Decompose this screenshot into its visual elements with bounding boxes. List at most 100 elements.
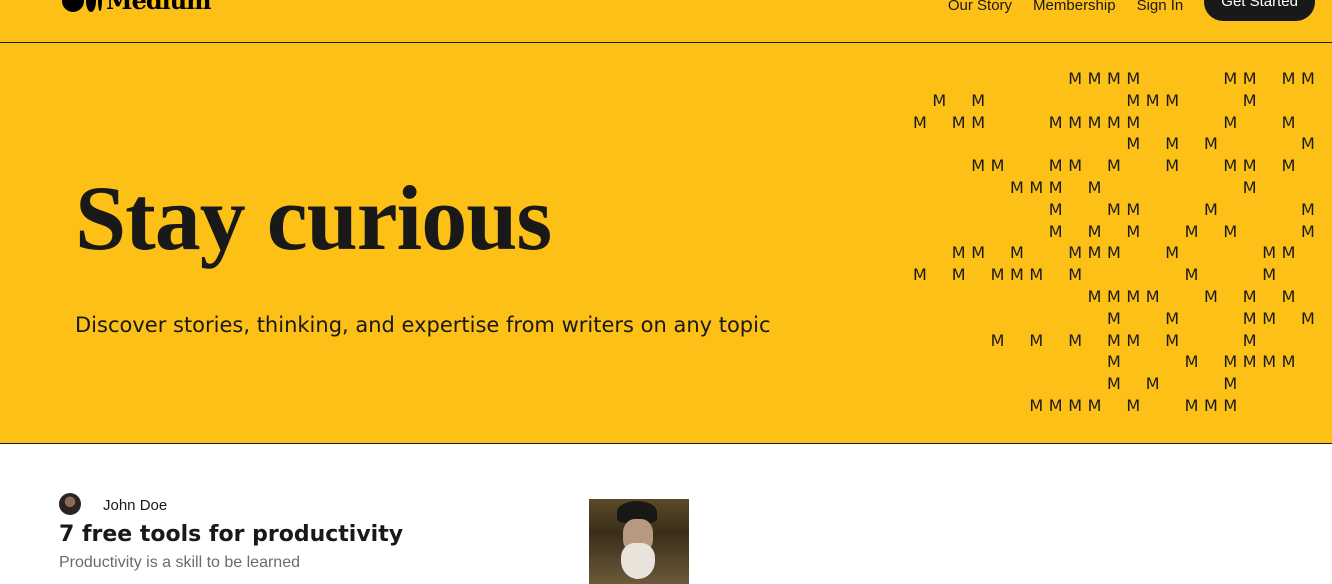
pattern-m-glyph: M [1204,199,1218,219]
pattern-m-glyph: M [1223,112,1238,132]
pattern-m-glyph: M [951,112,966,132]
decorative-m-pattern: MMMMMMMMMMMMMMMMMMMMMMMMMMMMMMMMMMMMMMMM… [0,43,1332,444]
pattern-m-glyph: M [1242,156,1257,176]
pattern-m-glyph: M [1223,69,1238,88]
pattern-m-glyph: M [951,265,966,285]
pattern-m-glyph: M [1068,330,1082,350]
pattern-m-glyph: M [1242,287,1257,306]
pattern-m-glyph: M [1048,112,1063,132]
pattern-m-glyph: M [1242,178,1257,197]
pattern-m-glyph: M [1242,308,1257,328]
pattern-m-glyph: M [1087,69,1102,88]
post-subtitle: Productivity is a skill to be learned [59,554,300,571]
hero-banner: Stay curious Discover stories, thinking,… [0,43,1332,444]
top-navigation-bar: Medium Our Story Membership Sign In Get … [0,0,1332,43]
author-avatar[interactable] [59,493,81,515]
pattern-m-glyph: M [990,330,1005,350]
nav-links: Our Story Membership Sign In Get Started [948,0,1315,21]
nav-our-story-link[interactable]: Our Story [948,0,1012,17]
pattern-m-glyph: M [1165,308,1179,328]
pattern-m-glyph: M [1048,156,1063,176]
pattern-m-glyph: M [1010,178,1024,197]
pattern-m-glyph: M [1165,134,1179,154]
pattern-m-glyph: M [1262,265,1276,285]
pattern-m-glyph: M [1107,287,1121,306]
pattern-m-glyph: M [1107,112,1121,132]
pattern-m-glyph: M [971,112,985,132]
nav-sign-in-link[interactable]: Sign In [1137,0,1184,17]
pattern-m-glyph: M [1087,178,1102,197]
pattern-m-glyph: M [1165,243,1179,263]
pattern-m-glyph: M [1145,287,1160,306]
post-thumbnail[interactable] [589,499,689,584]
pattern-m-glyph: M [1010,265,1024,285]
pattern-m-glyph: M [1281,156,1296,176]
pattern-m-glyph: M [932,90,947,110]
pattern-m-glyph: M [1087,287,1102,306]
pattern-m-glyph: M [1029,330,1044,350]
pattern-m-glyph: M [1204,287,1218,306]
pattern-m-glyph: M [1048,221,1063,241]
pattern-m-glyph: M [971,90,985,110]
pattern-m-glyph: M [1281,243,1296,263]
pattern-m-glyph: M [1281,287,1296,306]
pattern-m-glyph: M [913,112,927,132]
pattern-m-glyph: M [1126,112,1141,132]
pattern-m-glyph: M [1204,396,1218,415]
pattern-m-glyph: M [971,243,985,263]
pattern-m-glyph: M [1262,352,1276,372]
logo-text: Medium [106,0,211,14]
pattern-m-glyph: M [1281,69,1296,88]
pattern-m-glyph: M [1010,243,1024,263]
pattern-m-glyph: M [1165,330,1179,350]
pattern-m-glyph: M [1184,396,1199,415]
pattern-m-glyph: M [1107,243,1121,263]
pattern-m-glyph: M [1126,287,1141,306]
pattern-m-glyph: M [1223,156,1238,176]
medium-logo[interactable]: Medium [62,0,211,14]
pattern-m-glyph: M [1301,308,1315,328]
pattern-m-glyph: M [1087,112,1102,132]
pattern-m-glyph: M [1087,396,1102,415]
pattern-m-glyph: M [1087,221,1102,241]
pattern-m-glyph: M [1029,178,1044,197]
pattern-m-glyph: M [1126,199,1141,219]
pattern-m-glyph: M [1204,134,1218,154]
get-started-button[interactable]: Get Started [1204,0,1315,21]
pattern-m-glyph: M [1242,352,1257,372]
pattern-m-glyph: M [1087,243,1102,263]
pattern-m-glyph: M [1126,134,1141,154]
pattern-m-glyph: M [990,156,1005,176]
pattern-m-glyph: M [1301,199,1315,219]
pattern-m-glyph: M [1107,308,1121,328]
pattern-m-glyph: M [1107,352,1121,372]
pattern-m-glyph: M [1223,221,1238,241]
pattern-m-glyph: M [1184,265,1199,285]
pattern-m-glyph: M [1242,330,1257,350]
pattern-m-glyph: M [1126,90,1141,110]
pattern-m-glyph: M [1301,69,1315,88]
author-name[interactable]: John Doe [103,497,167,514]
pattern-m-glyph: M [1068,112,1082,132]
pattern-m-glyph: M [1223,374,1238,394]
pattern-m-glyph: M [1165,90,1179,110]
pattern-m-glyph: M [1126,330,1141,350]
pattern-m-glyph: M [1126,69,1141,88]
pattern-m-glyph: M [971,156,985,176]
pattern-m-glyph: M [1242,69,1257,88]
pattern-m-glyph: M [913,265,927,285]
pattern-m-glyph: M [1223,352,1238,372]
pattern-m-glyph: M [1126,221,1141,241]
pattern-m-glyph: M [1301,134,1315,154]
pattern-m-glyph: M [1262,243,1276,263]
pattern-m-glyph: M [1281,112,1296,132]
medium-logo-icon [62,0,102,12]
pattern-m-glyph: M [990,265,1005,285]
post-title[interactable]: 7 free tools for productivity [59,522,403,547]
pattern-m-glyph: M [1145,90,1160,110]
pattern-m-glyph: M [1107,199,1121,219]
nav-membership-link[interactable]: Membership [1033,0,1116,17]
pattern-m-glyph: M [1242,90,1257,110]
pattern-m-glyph: M [1068,243,1082,263]
pattern-m-glyph: M [1184,352,1199,372]
